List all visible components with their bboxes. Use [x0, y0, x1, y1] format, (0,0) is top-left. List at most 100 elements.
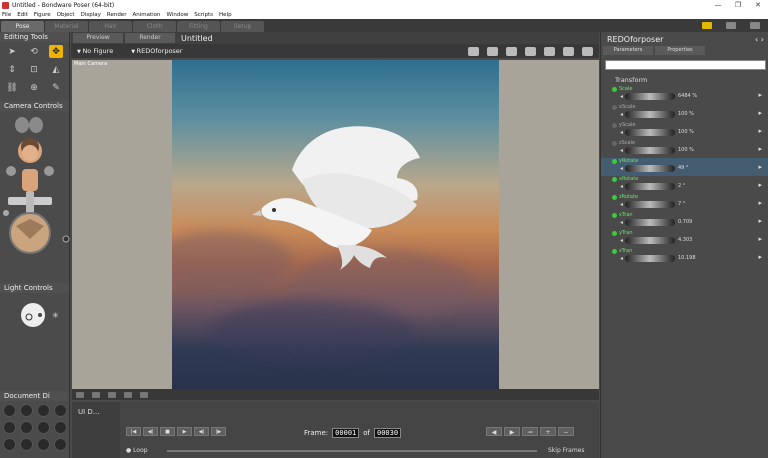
display-style-icon[interactable]	[20, 421, 33, 434]
display-style-icon[interactable]	[54, 421, 67, 434]
parameter-row[interactable]: zTran ◂ 10.198 ▸	[601, 248, 768, 266]
display-style-icon[interactable]	[37, 421, 50, 434]
tab-parameters[interactable]: Parameters	[603, 46, 653, 55]
transform-group-header[interactable]: Transform	[601, 74, 768, 86]
viewport-canvas[interactable]: Main Camera	[72, 60, 599, 389]
timeline-slider[interactable]	[167, 450, 537, 452]
menu-file[interactable]: File	[0, 12, 15, 18]
translate-in-out-icon[interactable]: ⇕	[5, 63, 19, 76]
parameter-row[interactable]: yTran ◂ 4.303 ▸	[601, 230, 768, 248]
menu-edit[interactable]: Edit	[15, 12, 32, 18]
parameter-value[interactable]: 7 °	[678, 201, 685, 207]
display-style-icon[interactable]	[20, 438, 33, 451]
menu-display[interactable]: Display	[79, 12, 105, 18]
keyframe-dot-icon[interactable]	[612, 249, 617, 254]
parameter-menu-arrow-icon[interactable]: ▸	[758, 91, 762, 99]
parameter-dial[interactable]	[625, 183, 675, 190]
parameter-value[interactable]: 49 °	[678, 165, 688, 171]
display-style-icon[interactable]	[37, 438, 50, 451]
parameter-value[interactable]: 10.198	[678, 255, 696, 261]
parameter-dial[interactable]	[625, 201, 675, 208]
keyframe-dot-icon[interactable]	[612, 105, 617, 110]
library-icon[interactable]	[750, 22, 760, 29]
room-tab-fitting[interactable]: Fitting	[177, 21, 220, 32]
decrement-arrow-icon[interactable]: ◂	[620, 147, 623, 154]
parameter-menu-arrow-icon[interactable]: ▸	[758, 127, 762, 135]
last-frame-button[interactable]: |▶	[211, 427, 226, 436]
parameter-row[interactable]: Scale ◂ 6484 % ▸	[601, 86, 768, 104]
stop-button[interactable]: ■	[160, 427, 175, 436]
menu-render[interactable]: Render	[105, 12, 131, 18]
ground-shadow-icon[interactable]	[76, 391, 84, 398]
parameter-menu-arrow-icon[interactable]: ▸	[758, 199, 762, 207]
decrement-arrow-icon[interactable]: ◂	[620, 93, 623, 100]
next-keyframe-button[interactable]: ▶	[504, 427, 520, 436]
decrement-arrow-icon[interactable]: ◂	[620, 255, 623, 262]
menu-figure[interactable]: Figure	[32, 12, 55, 18]
nav-arrows-icon[interactable]: ‹ ›	[755, 35, 768, 44]
display-style-icon[interactable]	[37, 404, 50, 417]
keyframe-dot-icon[interactable]	[612, 123, 617, 128]
paint-bucket-icon[interactable]	[124, 391, 132, 398]
keyframe-dot-icon[interactable]	[612, 213, 617, 218]
decrement-arrow-icon[interactable]: ◂	[620, 165, 623, 172]
actor-name[interactable]: REDOforposer	[607, 35, 663, 44]
parameter-menu-arrow-icon[interactable]: ▸	[758, 235, 762, 243]
bird-model[interactable]	[172, 60, 499, 389]
display-style-icon[interactable]	[54, 438, 67, 451]
parameter-dial[interactable]	[625, 147, 675, 154]
camera-controls-graphic[interactable]	[0, 111, 70, 271]
parameter-menu-arrow-icon[interactable]: ▸	[758, 253, 762, 261]
parameter-menu-arrow-icon[interactable]: ▸	[758, 109, 762, 117]
parameter-row[interactable]: yScale ◂ 100 % ▸	[601, 122, 768, 140]
notification-icon[interactable]	[702, 22, 712, 29]
parameter-row[interactable]: xTran ◂ 0.709 ▸	[601, 212, 768, 230]
chat-icon[interactable]	[726, 22, 736, 29]
remove-keyframe-button[interactable]: −	[558, 427, 574, 436]
add-keyframe-button[interactable]: +	[540, 427, 556, 436]
scene-icon[interactable]	[544, 46, 555, 56]
loop-toggle[interactable]: ● Loop	[126, 447, 148, 454]
decrement-arrow-icon[interactable]: ◂	[620, 201, 623, 208]
parameter-row[interactable]: xRotate ◂ 2 ° ▸	[601, 176, 768, 194]
parameter-value[interactable]: 100 %	[678, 129, 694, 135]
menu-help[interactable]: Help	[217, 12, 236, 18]
parameter-dial[interactable]	[625, 93, 675, 100]
parameter-dial[interactable]	[625, 129, 675, 136]
rotate-tool-icon[interactable]: ⟲	[27, 45, 41, 58]
menu-object[interactable]: Object	[55, 12, 79, 18]
keyframe-dot-icon[interactable]	[612, 231, 617, 236]
prev-frame-button[interactable]: ◀|	[143, 427, 158, 436]
render-icon[interactable]	[506, 46, 517, 56]
prev-keyframe-button[interactable]: ◀	[486, 427, 502, 436]
parameter-menu-arrow-icon[interactable]: ▸	[758, 217, 762, 225]
render-settings-icon[interactable]	[582, 46, 593, 56]
step-back-button[interactable]: ◀|	[194, 427, 209, 436]
parameter-value[interactable]: 100 %	[678, 111, 694, 117]
menu-scripts[interactable]: Scripts	[192, 12, 217, 18]
parameter-dial[interactable]	[625, 165, 675, 172]
display-style-icon[interactable]	[54, 404, 67, 417]
display-style-icon[interactable]	[3, 421, 16, 434]
keyframe-dot-icon[interactable]	[612, 159, 617, 164]
room-tab-pose[interactable]: Pose	[1, 21, 44, 32]
skip-frames-toggle[interactable]: Skip Frames	[548, 447, 585, 454]
scale-tool-icon[interactable]: ⊡	[27, 63, 41, 76]
figure-selector[interactable]: No Figure	[77, 47, 113, 55]
translate-tool-icon[interactable]: ✥	[49, 45, 63, 58]
minimize-button[interactable]: —	[708, 1, 728, 9]
parameter-menu-arrow-icon[interactable]: ▸	[758, 181, 762, 189]
background-color-icon[interactable]	[92, 391, 100, 398]
menu-animation[interactable]: Animation	[130, 12, 164, 18]
decrement-arrow-icon[interactable]: ◂	[620, 219, 623, 226]
parameter-value[interactable]: 2 °	[678, 183, 685, 189]
keyframe-dot-icon[interactable]	[612, 141, 617, 146]
keyframe-dot-icon[interactable]	[612, 177, 617, 182]
parameter-value[interactable]: 4.303	[678, 237, 692, 243]
key-icon[interactable]: ⊸	[522, 427, 538, 436]
parameter-menu-arrow-icon[interactable]: ▸	[758, 145, 762, 153]
color-tool-icon[interactable]: ⊕	[27, 81, 41, 94]
parameter-value[interactable]: 100 %	[678, 147, 694, 153]
display-style-icon[interactable]	[3, 404, 16, 417]
display-style-icon[interactable]	[20, 404, 33, 417]
